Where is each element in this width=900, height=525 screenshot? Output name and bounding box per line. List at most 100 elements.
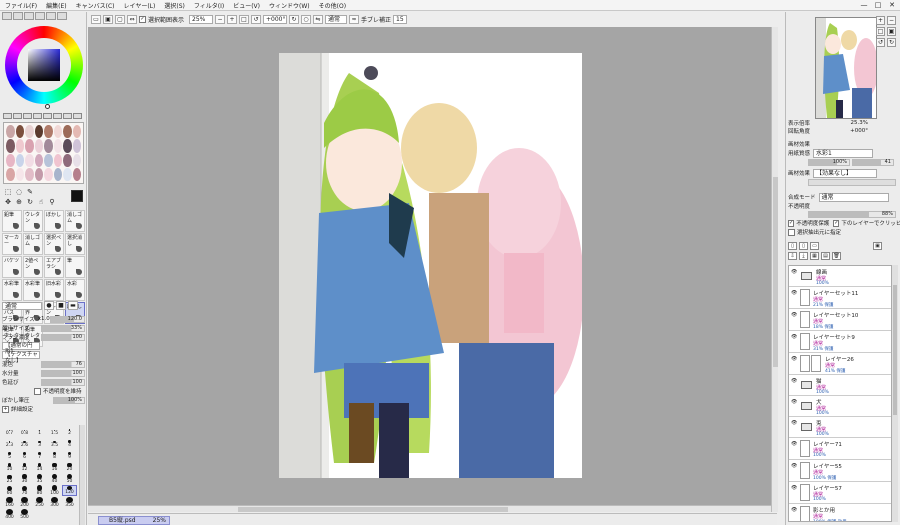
menu-layer[interactable]: レイヤー(L) xyxy=(124,1,156,10)
palette-color-chip[interactable] xyxy=(44,139,53,153)
brush-size-option[interactable]: 10 xyxy=(2,461,17,472)
brush-tool-button[interactable]: 水彩筆 xyxy=(23,279,43,301)
menu-filter[interactable]: フィルタ(I) xyxy=(194,1,224,10)
navigator-preview[interactable] xyxy=(815,17,877,119)
brush-size-option[interactable]: 12 xyxy=(17,461,32,472)
brush-size-option[interactable]: 60 xyxy=(2,485,17,496)
layer-row[interactable]: 👁影とか用通常100% 保護 効果 xyxy=(789,504,891,521)
zoom-in-icon[interactable]: + xyxy=(227,14,238,24)
palette-color-chip[interactable] xyxy=(6,153,15,167)
swatch-mode-button[interactable] xyxy=(35,12,45,20)
layer-scrollbar[interactable] xyxy=(892,265,898,522)
merge-down-icon[interactable]: ⤓ xyxy=(799,252,808,260)
nav-fit-icon[interactable]: □ xyxy=(876,27,885,36)
palette-color-chip[interactable] xyxy=(25,153,34,167)
clear-layer-icon[interactable]: ▤ xyxy=(821,252,830,260)
current-color-swatch[interactable] xyxy=(71,190,83,202)
palette-color-chip[interactable] xyxy=(72,153,81,167)
flip-icon[interactable]: ⇔ xyxy=(127,14,137,24)
palette-color-chip[interactable] xyxy=(63,125,72,139)
brush-size-option[interactable]: 250 xyxy=(32,497,47,508)
brush-size-option[interactable]: 3.5 xyxy=(47,437,62,448)
brush-size-option[interactable]: 6 xyxy=(17,449,32,460)
keep-opacity-checkbox[interactable] xyxy=(34,387,41,395)
palette-mode-button[interactable] xyxy=(46,12,56,20)
brush-tool-button[interactable]: 水彩 xyxy=(65,279,85,301)
nav-rotate-left-icon[interactable]: ↺ xyxy=(876,38,885,47)
swatch-button[interactable] xyxy=(3,113,12,119)
artwork-canvas[interactable] xyxy=(279,53,582,478)
new-vector-layer-icon[interactable]: ▯ xyxy=(799,242,808,250)
invert-selection-icon[interactable]: ▣ xyxy=(103,14,113,24)
palette-color-chip[interactable] xyxy=(53,139,62,153)
brush-size-slider[interactable]: 120.0 xyxy=(49,315,85,323)
swatch-button[interactable] xyxy=(23,113,32,119)
brush-size-option[interactable]: 300 xyxy=(47,497,62,508)
layer-row[interactable]: 👁 レイヤー57 通常 100% xyxy=(789,482,891,504)
layer-row[interactable]: 👁 レイヤーセット9 通常 31% 保護 xyxy=(789,331,891,353)
rect-select-icon[interactable]: ⬚ xyxy=(3,188,13,197)
brush-tool-button[interactable]: 鉛筆 xyxy=(2,210,22,232)
layer-folder-row[interactable]: 👁 猫通常 100% xyxy=(789,375,891,396)
size-scrollbar[interactable] xyxy=(79,425,85,525)
mode-select[interactable]: 通常 xyxy=(325,14,348,24)
swatch-button[interactable] xyxy=(53,113,62,119)
palette-color-chip[interactable] xyxy=(34,125,43,139)
brush-size-option[interactable]: 350 xyxy=(62,497,77,508)
brush-tool-button[interactable]: バケツ xyxy=(2,256,22,278)
color-wheel[interactable] xyxy=(5,26,83,104)
palette-color-chip[interactable] xyxy=(53,167,62,181)
lock-icon[interactable]: ▣ xyxy=(873,242,882,250)
palette-color-chip[interactable] xyxy=(63,167,72,181)
brush-size-option[interactable]: 50 xyxy=(62,473,77,484)
blur-pressure-slider[interactable]: 100% xyxy=(53,396,85,404)
brush-size-option[interactable]: 1 xyxy=(32,425,47,436)
menu-canvas[interactable]: キャンバス(C) xyxy=(76,1,115,10)
brush-size-option[interactable]: 8 xyxy=(47,449,62,460)
palette-color-chip[interactable] xyxy=(72,125,81,139)
horizontal-scroll-thumb[interactable] xyxy=(238,507,508,512)
delete-layer-icon[interactable]: 🗑 xyxy=(832,252,841,260)
brush-size-option[interactable]: 2 xyxy=(62,425,77,436)
minimize-button[interactable]: — xyxy=(859,1,869,9)
palette-color-chip[interactable] xyxy=(44,167,53,181)
stretch-slider[interactable]: 100 xyxy=(41,378,85,386)
saturation-value-box[interactable] xyxy=(28,49,60,81)
nav-angle-value[interactable]: +000° xyxy=(850,128,868,134)
swatch-button[interactable] xyxy=(73,113,82,119)
brush-blend-select[interactable]: 通常 xyxy=(2,301,42,310)
visibility-eye-icon[interactable]: 👁 xyxy=(791,356,799,362)
paper-effect-select[interactable]: 【効果なし】 xyxy=(813,168,878,178)
palette-color-chip[interactable] xyxy=(15,167,24,181)
clip-lower-checkbox[interactable]: ✓ xyxy=(833,219,840,227)
brush-size-option[interactable]: 0.8 xyxy=(17,425,32,436)
new-folder-icon[interactable]: ▭ xyxy=(810,242,819,250)
visibility-eye-icon[interactable]: 👁 xyxy=(791,290,799,296)
visibility-eye-icon[interactable]: 👁 xyxy=(791,441,799,447)
brush-tool-button[interactable]: ぼかし xyxy=(44,210,64,232)
brush-size-option[interactable]: 500 xyxy=(17,509,32,520)
palette-color-chip[interactable] xyxy=(34,153,43,167)
nav-zoom-value[interactable]: 25.3% xyxy=(851,120,868,126)
brush-size-option[interactable]: 100 xyxy=(47,485,62,496)
brush-size-option[interactable]: 35 xyxy=(32,473,47,484)
brush-texture-select[interactable]: 【テクスチャなし】 xyxy=(2,351,40,364)
zoom-reset-icon[interactable]: □ xyxy=(239,14,250,24)
canvas-horizontal-scrollbar[interactable] xyxy=(88,505,771,512)
stabilizer-select[interactable]: 15 xyxy=(393,14,408,24)
visibility-eye-icon[interactable]: 👁 xyxy=(791,399,799,405)
swatch-button[interactable] xyxy=(13,113,22,119)
brush-tool-button[interactable]: エアブラシ xyxy=(44,256,64,278)
brush-size-option[interactable]: 40 xyxy=(47,473,62,484)
brush-tool-button[interactable]: ウレタン xyxy=(23,210,43,232)
paper-scale-slider[interactable]: 100% xyxy=(808,158,850,166)
brush-tool-button[interactable]: 選択消し xyxy=(65,233,85,255)
brush-size-option[interactable]: 2.6 xyxy=(17,437,32,448)
brush-size-option[interactable]: 160 xyxy=(2,497,17,508)
select-all-icon[interactable]: ▢ xyxy=(115,14,125,24)
hsv-slider-mode-button[interactable] xyxy=(24,12,34,20)
document-tab[interactable]: B5縦.psd 25% xyxy=(98,516,170,525)
maximize-button[interactable]: □ xyxy=(873,1,883,9)
brush-size-option[interactable]: 4 xyxy=(62,437,77,448)
brush-size-option[interactable]: 9 xyxy=(62,449,77,460)
